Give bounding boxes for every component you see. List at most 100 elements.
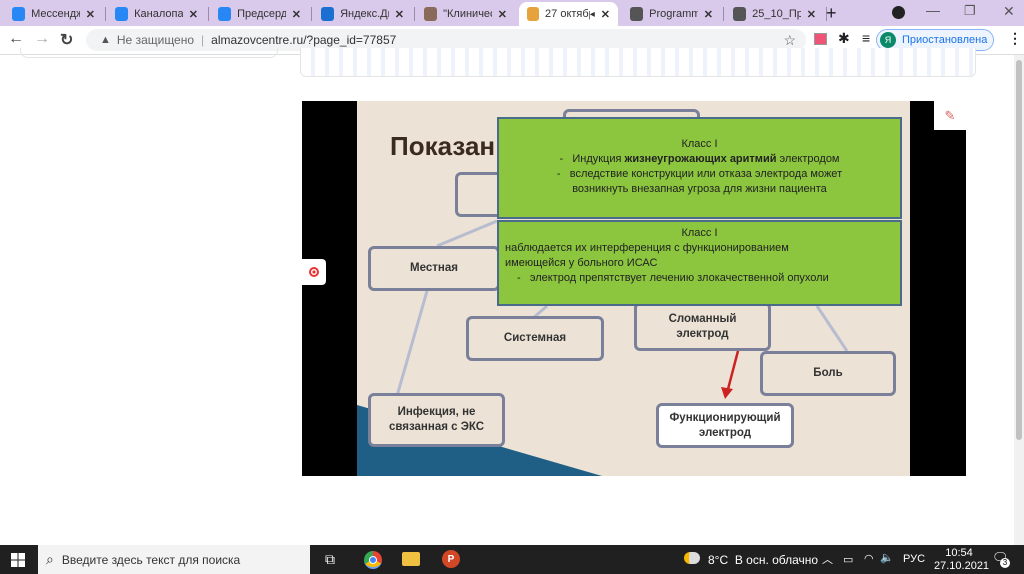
tab[interactable]: 27 октября◂ ✕ <box>519 2 618 26</box>
minimize-button[interactable]: — <box>926 2 940 18</box>
text: электрод препятствует лечению злокачеств… <box>529 271 829 284</box>
connector-line <box>436 219 498 248</box>
text: вследствие конструкции или отказа электр… <box>569 167 843 195</box>
url-text: almazovcentre.ru/?page_id=77857 <box>211 33 397 47</box>
tab-separator <box>414 7 415 21</box>
text: электродом <box>776 152 840 165</box>
close-window-button[interactable]: ✕ <box>1003 3 1015 20</box>
bookmark-star-icon[interactable]: ☆ <box>783 32 796 49</box>
tab-label: Предсердия <box>237 8 286 20</box>
close-tab-icon[interactable]: ✕ <box>86 8 95 21</box>
content-card <box>300 48 976 77</box>
tab-search-icon[interactable] <box>892 6 905 19</box>
avatar: Я <box>880 32 896 48</box>
globe-icon <box>733 7 747 21</box>
box-systemic: Системная <box>466 316 604 361</box>
tab[interactable]: Яндекс.Диск ✕ <box>313 2 412 26</box>
tab[interactable]: Каналопатии ✕ <box>107 2 206 26</box>
bullet-tumor: - электрод препятствует лечению злокачес… <box>517 271 829 284</box>
taskbar-search[interactable]: ⌕ Введите здесь текст для поиска <box>38 545 310 574</box>
volume-icon[interactable]: 🔈 <box>880 551 894 564</box>
powerpoint-icon[interactable]: P <box>442 550 460 568</box>
vk-icon <box>115 7 129 21</box>
class1-box-interference: Класс I наблюдается их интерференция с ф… <box>497 220 902 306</box>
close-tab-icon[interactable]: ✕ <box>189 8 198 21</box>
tab-label: Programm_ <box>649 8 698 20</box>
webinar-icon <box>527 7 540 21</box>
reload-button[interactable]: ↻ <box>60 30 73 50</box>
back-button[interactable]: ← <box>8 30 24 48</box>
language-indicator[interactable]: РУС <box>903 553 925 565</box>
close-tab-icon[interactable]: ✕ <box>601 8 610 21</box>
class-heading: Класс I <box>681 138 718 150</box>
scrollbar-thumb[interactable] <box>1016 60 1022 440</box>
box-broken-electrode: Сломанный электрод <box>634 302 771 351</box>
vk-icon <box>218 7 232 21</box>
box-local: Местная <box>368 246 500 291</box>
annotate-icon[interactable]: ✎ <box>934 101 966 130</box>
presentation-slide: Показан И Местная Системная Сломанный эл… <box>357 101 910 476</box>
cast-icon[interactable] <box>814 33 827 45</box>
profile-status: Приостановлена <box>902 34 988 46</box>
close-tab-icon[interactable]: ✕ <box>498 8 507 21</box>
tab-label: Мессенджер <box>31 8 80 20</box>
file-explorer-icon[interactable] <box>402 552 420 566</box>
taskbar: ⌕ Введите здесь текст для поиска ⧉ P 8°C… <box>0 545 1024 574</box>
vk-messenger-icon <box>12 7 26 21</box>
class1-box-arrhythmia: Класс I - Индукция жизнеугрожающих аритм… <box>497 117 902 219</box>
weather[interactable]: 8°C В осн. облачно <box>708 553 818 567</box>
interference-text: наблюдается их интерференция с функциони… <box>505 241 789 269</box>
slide-title: Показан <box>390 131 496 161</box>
sidebar-card <box>20 48 278 58</box>
tab-label: 25_10_Пра <box>752 8 801 20</box>
avatar-icon <box>424 7 438 21</box>
box-pain: Боль <box>760 351 896 396</box>
box-infection: Инфекция, не связанная с ЭКС <box>368 393 505 447</box>
record-icon <box>309 267 319 277</box>
bullet-arrhythmia: - Индукция жизнеугрожающих аритмий элект… <box>559 152 840 165</box>
class-heading: Класс I <box>681 227 718 239</box>
tab[interactable]: 25_10_Пра ✕ <box>725 2 824 26</box>
yandex-disk-icon <box>321 7 335 21</box>
weather-cloud-icon <box>684 552 700 564</box>
start-button[interactable] <box>11 553 25 567</box>
divider: | <box>201 33 205 47</box>
close-tab-icon[interactable]: ✕ <box>292 8 301 21</box>
box-functioning-electrode: Функционирующий электрод <box>656 403 794 448</box>
close-tab-icon[interactable]: ✕ <box>704 8 713 21</box>
clock[interactable]: 10:54 27.10.2021 <box>934 547 990 573</box>
menu-icon[interactable]: ⋮ <box>1008 30 1022 47</box>
tab-label: Каналопатии <box>134 8 183 20</box>
notification-count: 3 <box>1000 558 1010 568</box>
connector-line <box>395 290 429 397</box>
close-tab-icon[interactable]: ✕ <box>807 8 816 21</box>
restore-button[interactable]: ❐ <box>964 3 976 19</box>
tab-label: 27 октября <box>545 8 590 20</box>
record-button[interactable] <box>302 259 326 285</box>
task-view-icon[interactable]: ⧉ <box>325 551 335 568</box>
scrollbar[interactable] <box>1014 55 1024 545</box>
tab[interactable]: Предсердия ✕ <box>210 2 309 26</box>
wifi-icon[interactable]: ◠ <box>864 552 874 565</box>
extensions-icon[interactable]: ✱ <box>838 30 850 47</box>
battery-icon[interactable]: ▭ <box>843 553 853 566</box>
red-arrowhead <box>721 387 733 399</box>
chrome-icon[interactable] <box>364 551 382 569</box>
tab-label: "Клинические <box>443 8 492 20</box>
tab[interactable]: "Клинические ✕ <box>416 2 515 26</box>
tab-separator <box>311 7 312 21</box>
media-control-icon[interactable]: ≡ <box>862 30 870 46</box>
forward-button[interactable]: → <box>34 30 50 48</box>
date: 27.10.2021 <box>934 560 990 572</box>
close-tab-icon[interactable]: ✕ <box>395 8 404 21</box>
time: 10:54 <box>945 547 973 559</box>
weather-desc: В осн. облачно <box>734 553 819 567</box>
tab[interactable]: Мессенджер ✕ <box>4 2 103 26</box>
new-tab-button[interactable]: + <box>826 3 837 24</box>
chevron-up-icon[interactable]: ︿ <box>822 551 833 567</box>
notifications-icon[interactable]: 🗨 3 <box>992 550 1010 568</box>
tab[interactable]: Programm_ ✕ <box>622 2 721 26</box>
speaker-icon[interactable]: ◂ <box>590 9 595 20</box>
security-label: Не защищено <box>116 33 195 47</box>
bullet-construction: - вследствие конструкции или отказа элек… <box>556 167 843 195</box>
